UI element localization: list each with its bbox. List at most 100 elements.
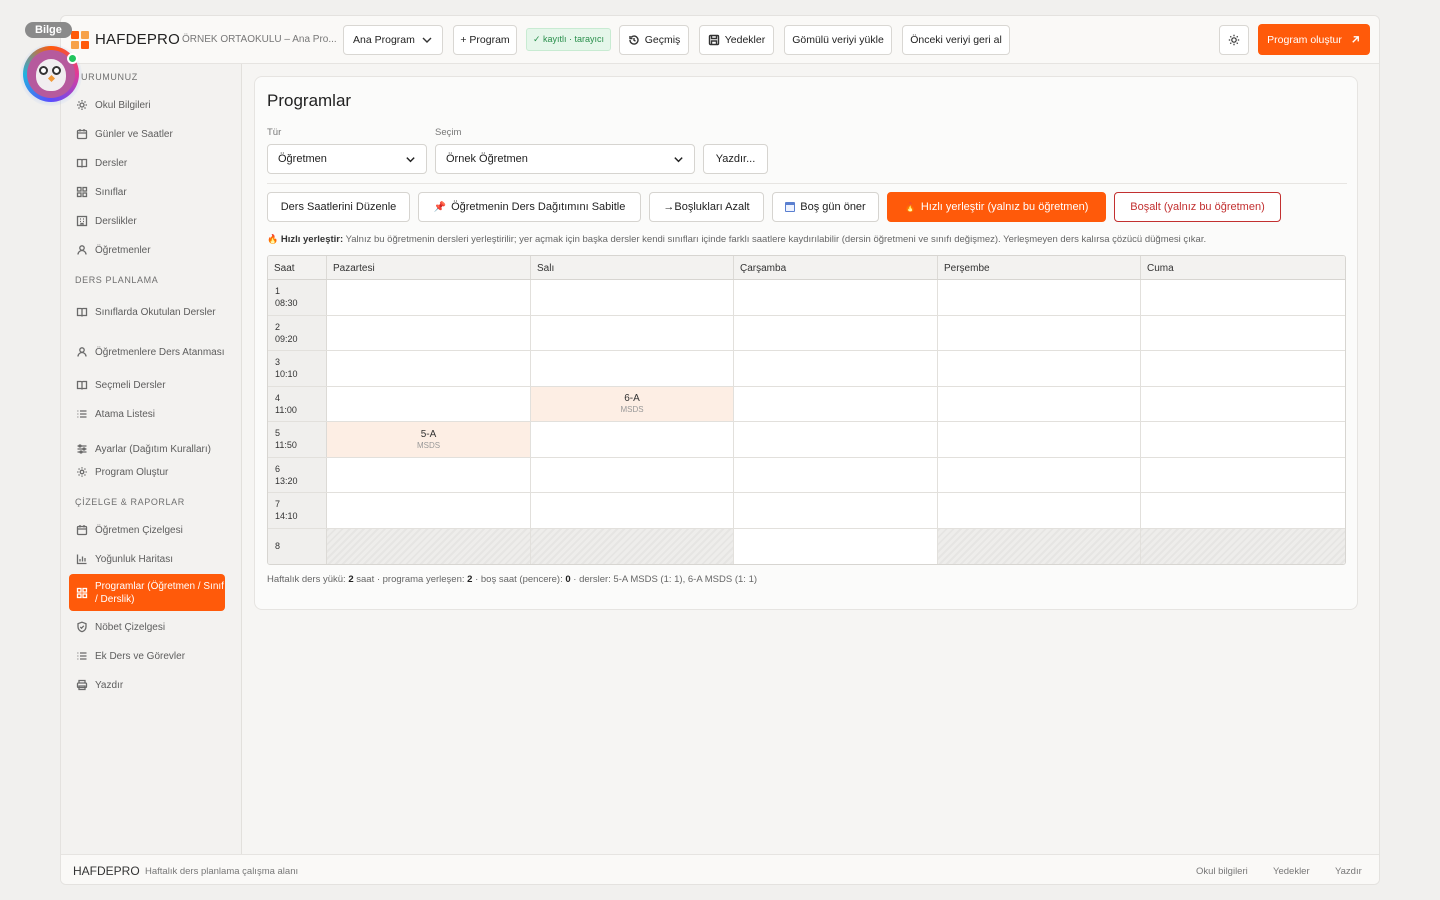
sidebar-item-ek-ders-ve-gorevler[interactable]: Ek Ders ve Görevler [69, 647, 225, 665]
reduce-gaps-button[interactable]: →Boşlukları Azalt [649, 192, 764, 222]
timetable-slot[interactable] [1141, 387, 1345, 422]
quick-place-button[interactable]: 🔥 Hızlı yerleştir (yalnız bu öğretmen) [887, 192, 1106, 222]
page-title: Programlar [267, 91, 352, 110]
timetable-slot[interactable] [734, 457, 938, 492]
assistant-name: Bilge [25, 22, 72, 38]
sidebar-item-ayarlar-dagitim-kurallari[interactable]: Ayarlar (Dağıtım Kuralları) [69, 434, 225, 464]
timetable-slot[interactable] [734, 351, 938, 386]
summary-text: · dersler: 5-A MSDS (1: 1), 6-A MSDS (1:… [570, 574, 758, 585]
timetable-slot[interactable] [938, 386, 1141, 421]
timetable-slot[interactable] [531, 315, 734, 350]
print-button[interactable]: Yazdır... [703, 144, 768, 174]
footer-link-school-info[interactable]: Okul bilgileri [1196, 866, 1248, 877]
selection-select[interactable]: Örnek Öğretmen [435, 144, 695, 174]
period-time: 10:10 [275, 369, 298, 379]
sidebar-item-program-olustur[interactable]: Program Oluştur [69, 463, 225, 481]
list-icon [77, 652, 87, 660]
theme-toggle-button[interactable] [1219, 25, 1249, 55]
sidebar-item-siniflar[interactable]: Sınıflar [69, 183, 225, 201]
timetable-slot[interactable] [327, 351, 531, 386]
timetable-row: 7 14:10 [268, 493, 1345, 529]
school-name: ÖRNEK ORTAOKULU – Ana Pro... [182, 34, 337, 45]
program-select[interactable]: Ana Program [343, 25, 443, 55]
timetable-slot[interactable] [531, 351, 734, 386]
sidebar-item-gunler-ve-saatler[interactable]: Günler ve Saatler [69, 125, 225, 143]
timetable-slot[interactable] [938, 493, 1141, 528]
timetable-slot[interactable] [938, 422, 1141, 457]
clear-teacher-button[interactable]: Boşalt (yalnız bu öğretmen) [1114, 192, 1281, 222]
load-embedded-data-button[interactable]: Gömülü veriyi yükle [784, 25, 892, 55]
type-select[interactable]: Öğretmen [267, 144, 427, 174]
timetable-slot[interactable] [327, 457, 531, 492]
sidebar-item-okul-bilgileri[interactable]: Okul Bilgileri [69, 96, 225, 114]
sidebar-item-derslikler[interactable]: Derslikler [69, 212, 225, 230]
timetable-slot[interactable] [1141, 422, 1345, 457]
edit-hours-button[interactable]: Ders Saatlerini Düzenle [267, 192, 410, 222]
timetable-row: 8 [268, 528, 1345, 564]
programs-card: Programlar Tür Öğretmen Seçim Örnek Öğre… [254, 76, 1358, 610]
sidebar-item-label: Dersler [95, 157, 128, 169]
sidebar-item-ogretmenlere-ders-atanmasi[interactable]: Öğretmenlere Ders Atanması [69, 337, 225, 367]
brand-name: HAFDEPRO [95, 31, 180, 48]
lesson-slot[interactable]: 6-A MSDS [531, 386, 734, 421]
grid-icon [76, 186, 88, 198]
sidebar-item-label: Seçmeli Dersler [95, 379, 166, 391]
sidebar-item-label: Atama Listesi [95, 408, 156, 420]
timetable-slot[interactable] [531, 457, 734, 492]
pin-distribution-button[interactable]: 📌 Öğretmenin Ders Dağıtımını Sabitle [418, 192, 641, 222]
sidebar-item-siniflarda-okutulan-dersler[interactable]: Sınıflarda Okutulan Dersler [69, 297, 225, 327]
type-label: Tür [267, 127, 282, 138]
timetable-slot[interactable] [938, 315, 1141, 350]
history-button[interactable]: Geçmiş [619, 25, 689, 55]
sidebar-item-label: Program Oluştur [95, 466, 169, 478]
app-window: HAFDEPRO ÖRNEK ORTAOKULU – Ana Pro... An… [60, 15, 1380, 885]
timetable-slot[interactable] [531, 493, 734, 528]
footer-link-backups[interactable]: Yedekler [1273, 866, 1310, 877]
assistant-widget[interactable]: Bilge [18, 18, 88, 118]
lesson-class: 6-A [624, 393, 640, 405]
sidebar-item-secmeli-dersler[interactable]: Seçmeli Dersler [69, 376, 225, 394]
suggest-free-day-button[interactable]: Boş gün öner [772, 192, 879, 222]
type-select-value: Öğretmen [278, 153, 327, 165]
sidebar: URUMUNUZ Okul Bilgileri Günler ve Saatler D… [61, 64, 242, 854]
timetable-slot[interactable] [1141, 493, 1345, 528]
lesson-slot[interactable]: 5-A MSDS [327, 422, 531, 457]
sidebar-item-yogunluk-haritasi[interactable]: Yoğunluk Haritası [69, 550, 225, 568]
timetable-slot[interactable] [327, 386, 531, 421]
sidebar-item-atama-listesi[interactable]: Atama Listesi [69, 405, 225, 423]
calendar-icon [785, 202, 796, 212]
sidebar-item-nobet-cizelgesi[interactable]: Nöbet Çizelgesi [69, 618, 225, 636]
timetable-slot[interactable] [531, 280, 734, 315]
sliders-icon [77, 444, 87, 454]
timetable-slot[interactable] [531, 422, 734, 457]
timetable-slot[interactable] [1141, 280, 1345, 315]
timetable-slot[interactable] [327, 280, 531, 315]
add-program-button[interactable]: + Program [453, 25, 517, 55]
timetable-slot[interactable] [734, 386, 938, 421]
sidebar-item-ogretmen-cizelgesi[interactable]: Öğretmen Çizelgesi [69, 521, 225, 539]
timetable-slot[interactable] [1141, 351, 1345, 386]
sidebar-item-programlar-ogretmen-sinif-derslik[interactable]: Programlar (Öğretmen / Sınıf / Derslik) [69, 574, 225, 611]
pin-icon: 📌 [433, 201, 447, 213]
timetable-slot[interactable] [734, 493, 938, 528]
timetable-slot[interactable] [327, 315, 531, 350]
footer-link-print[interactable]: Yazdır [1335, 866, 1362, 877]
timetable-slot[interactable] [938, 280, 1141, 315]
timetable-slot[interactable] [938, 457, 1141, 492]
restore-previous-data-button[interactable]: Önceki veriyi geri al [902, 25, 1010, 55]
sidebar-item-label: Sınıflar [95, 186, 127, 198]
sidebar-section-title: URUMUNUZ [81, 72, 138, 82]
timetable-slot[interactable] [1141, 316, 1345, 351]
create-program-button[interactable]: Program oluştur [1258, 24, 1370, 55]
timetable-slot[interactable] [734, 422, 938, 457]
sidebar-item-ogretmenler[interactable]: Öğretmenler [69, 241, 225, 259]
timetable-slot[interactable] [327, 493, 531, 528]
timetable-slot[interactable] [734, 315, 938, 350]
timetable-slot[interactable] [734, 280, 938, 315]
backups-button[interactable]: Yedekler [699, 25, 774, 55]
sidebar-item-dersler[interactable]: Dersler [69, 154, 225, 172]
timetable-slot[interactable] [938, 351, 1141, 386]
timetable-slot[interactable] [734, 528, 938, 564]
sidebar-item-yazdir[interactable]: Yazdır [69, 676, 225, 694]
timetable-slot[interactable] [1141, 458, 1345, 493]
